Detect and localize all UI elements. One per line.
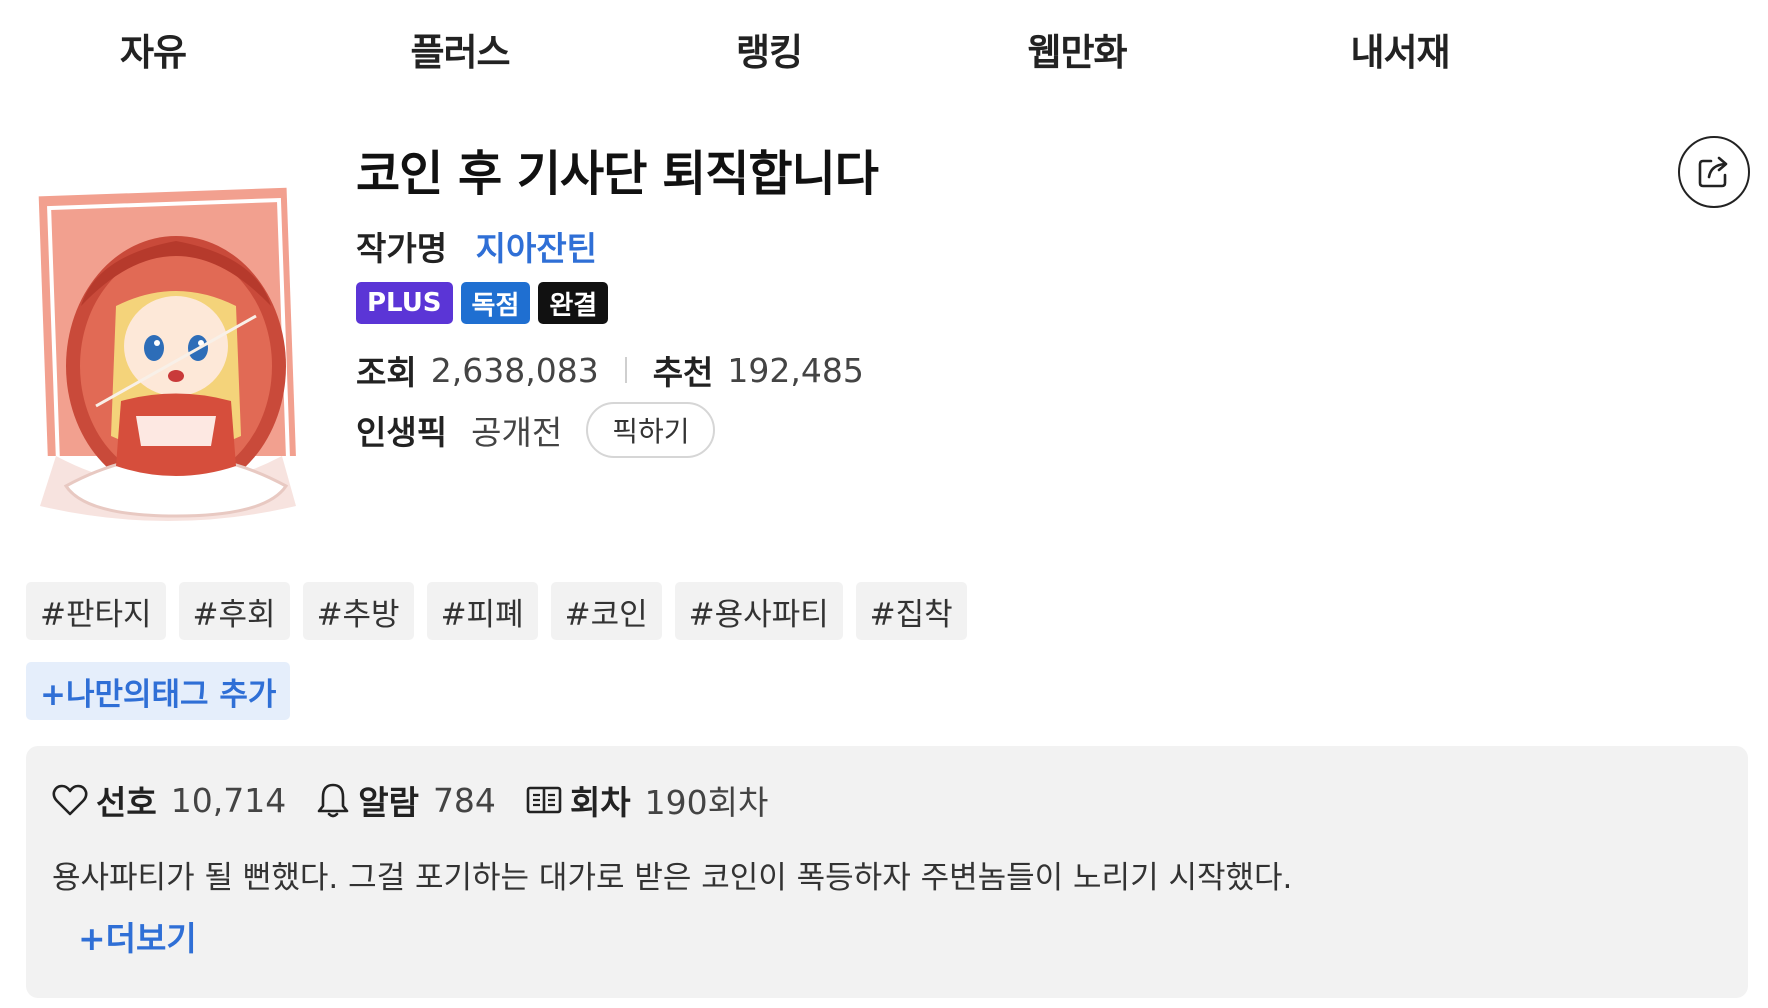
nav-tab-library[interactable]: 내서재 — [1300, 22, 1500, 76]
info-stats-row: 선호 10,714 알람 784 회차 190회차 — [52, 776, 798, 824]
share-icon — [1698, 156, 1728, 188]
nav-tab-webcomic[interactable]: 웹만화 — [977, 22, 1177, 76]
favorite-stat[interactable]: 선호 10,714 — [52, 776, 286, 824]
alarm-value: 784 — [432, 780, 496, 820]
favorite-label: 선호 — [96, 783, 157, 822]
episodes-label: 회차 — [569, 783, 631, 822]
stat-divider — [624, 357, 627, 383]
episodes-value: 190회차 — [644, 783, 769, 822]
tag-item[interactable]: #코인 — [550, 582, 662, 640]
nav-tab-plus[interactable]: 플러스 — [360, 22, 560, 76]
cover-illustration — [30, 187, 306, 526]
novel-title: 코인 후 기사단 퇴직합니다 — [356, 146, 879, 202]
bell-icon — [317, 783, 349, 818]
badge-row: PLUS 독점 완결 — [356, 282, 609, 324]
top-nav: 자유 플러스 랭킹 웹만화 내서재 — [0, 0, 1768, 100]
author-row: 작가명 지아잔틴 — [356, 222, 597, 270]
pick-label: 인생픽 — [356, 413, 448, 452]
pick-status: 공개전 — [471, 413, 563, 452]
tag-item[interactable]: #집착 — [855, 582, 967, 640]
add-my-tag-button[interactable]: +나만의태그 추가 — [26, 662, 291, 720]
book-icon — [526, 786, 562, 814]
heart-icon — [52, 784, 88, 816]
badge-exclusive: 독점 — [460, 282, 531, 324]
recommend-value: 192,485 — [727, 350, 864, 390]
show-more-button[interactable]: +더보기 — [78, 912, 197, 960]
synopsis-text: 용사파티가 될 뻔했다. 그걸 포기하는 대가로 받은 코인이 폭등하자 주변놈… — [52, 860, 1293, 896]
nav-tab-ranking[interactable]: 랭킹 — [669, 22, 869, 76]
badge-completed: 완결 — [538, 282, 609, 324]
views-label: 조회 — [356, 353, 417, 392]
info-panel: 선호 10,714 알람 784 회차 190회차 용사파티가 될 뻔했다. 그… — [26, 746, 1748, 998]
tag-item[interactable]: #추방 — [302, 582, 414, 640]
share-button[interactable] — [1678, 136, 1750, 208]
pick-button[interactable]: 픽하기 — [586, 402, 716, 458]
cover-image[interactable] — [26, 186, 310, 530]
tag-item[interactable]: #피폐 — [426, 582, 538, 640]
tag-item[interactable]: #판타지 — [26, 582, 166, 640]
alarm-stat[interactable]: 알람 784 — [316, 776, 496, 824]
recommend-label: 추천 — [652, 353, 714, 392]
nav-tab-free[interactable]: 자유 — [53, 22, 253, 76]
tag-item[interactable]: #용사파티 — [674, 582, 843, 640]
tag-item[interactable]: #후회 — [178, 582, 290, 640]
author-label: 작가명 — [356, 229, 448, 268]
author-name-link[interactable]: 지아잔틴 — [476, 229, 597, 268]
episodes-stat[interactable]: 회차 190회차 — [526, 776, 768, 824]
pick-row: 인생픽 공개전 픽하기 — [356, 402, 716, 458]
tag-list: #판타지 #후회 #추방 #피폐 #코인 #용사파티 #집착 — [26, 582, 967, 640]
alarm-label: 알람 — [358, 783, 419, 822]
stats-row: 조회 2,638,083 추천 192,485 — [356, 346, 864, 394]
badge-plus: PLUS — [356, 282, 453, 324]
favorite-value: 10,714 — [170, 780, 287, 820]
views-value: 2,638,083 — [430, 350, 599, 390]
